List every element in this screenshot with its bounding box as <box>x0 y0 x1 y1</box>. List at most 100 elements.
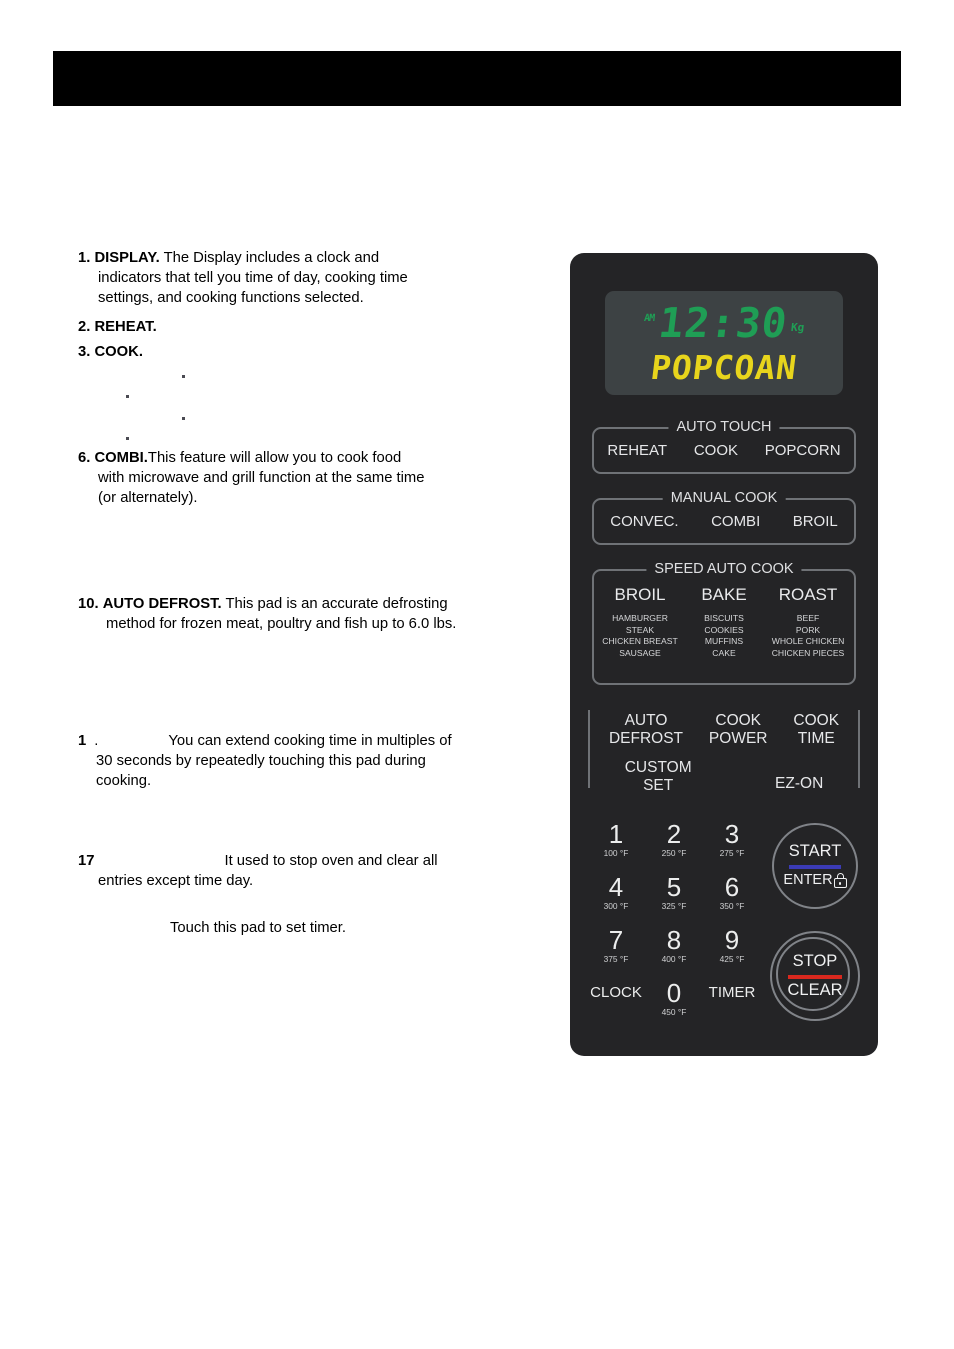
mode-message: POPCOAN <box>648 348 800 387</box>
button-line-1: AUTO <box>624 712 668 729</box>
instruction-term: COMBI. <box>94 450 148 466</box>
key-digit: 3 <box>724 819 740 849</box>
speed-head-roast: ROAST <box>778 585 838 604</box>
instruction-number: 1. <box>78 250 91 266</box>
speed-item: BISCUITS <box>704 613 744 623</box>
speed-column-bake[interactable]: BAKE BISCUITS COOKIES MUFFINS CAKE <box>682 585 766 659</box>
key-9[interactable]: 9 425 °F <box>704 927 760 965</box>
button-combi[interactable]: COMBI <box>711 513 760 530</box>
key-1[interactable]: 1 100 °F <box>588 821 644 859</box>
lcd-display: AM12:30Kg POPCOAN <box>605 291 843 395</box>
button-line-1: COOK <box>793 712 840 729</box>
speed-item: BEEF <box>796 613 820 623</box>
instruction-line: settings, and cooking functions selected… <box>98 290 364 307</box>
speed-item: STEAK <box>625 624 655 635</box>
button-cook-power[interactable]: COOK POWER <box>709 712 768 747</box>
instruction-item-display: 1. DISPLAY. The Display includes a clock… <box>78 248 448 309</box>
key-timer[interactable]: TIMER <box>704 980 760 1018</box>
instruction-item-extend-time: 1. You can extend cooking time in multipl… <box>78 731 498 792</box>
keypad-row: 4 300 °F 5 325 °F 6 350 °F <box>588 874 760 912</box>
key-3[interactable]: 3 275 °F <box>704 821 760 859</box>
speed-item: WHOLE CHICKEN <box>771 636 845 647</box>
instruction-line: You can extend cooking time in multiples… <box>168 733 452 749</box>
speed-item: HAMBURGER <box>612 613 668 623</box>
key-label: TIMER <box>708 984 756 1001</box>
key-temperature: 450 °F <box>661 1007 687 1017</box>
kg-indicator: Kg <box>789 321 805 334</box>
speed-column-roast[interactable]: ROAST BEEF PORK WHOLE CHICKEN CHICKEN PI… <box>766 585 850 659</box>
divider-right <box>858 710 860 788</box>
button-popcorn[interactable]: POPCORN <box>765 442 841 459</box>
key-temperature: 300 °F <box>603 901 629 911</box>
key-8[interactable]: 8 400 °F <box>646 927 702 965</box>
button-cook[interactable]: COOK <box>694 442 738 459</box>
button-cook-time[interactable]: COOK TIME <box>793 712 839 747</box>
group-title-speed-auto-cook: SPEED AUTO COOK <box>646 561 802 577</box>
lcd-message-row: POPCOAN <box>605 348 843 387</box>
key-label: CLOCK <box>590 984 642 1001</box>
instruction-line: (or alternately). <box>98 490 198 507</box>
key-temperature: 375 °F <box>603 954 629 964</box>
button-broil[interactable]: BROIL <box>793 513 838 530</box>
key-7[interactable]: 7 375 °F <box>588 927 644 965</box>
key-clock[interactable]: CLOCK <box>588 980 644 1018</box>
button-convection[interactable]: CONVEC. <box>610 513 678 530</box>
speed-head-broil: BROIL <box>614 585 666 604</box>
start-enter-button[interactable]: START ENTER <box>772 823 858 909</box>
keypad-row: CLOCK 0 450 °F TIMER <box>588 980 760 1018</box>
lcd-clock-row: AM12:30Kg <box>605 299 843 347</box>
instruction-term: COOK. <box>94 344 143 360</box>
button-reheat[interactable]: REHEAT <box>607 442 667 459</box>
key-digit: 7 <box>608 925 624 955</box>
stop-clear-button[interactable]: STOP CLEAR <box>770 931 860 1021</box>
speed-item: CAKE <box>712 647 736 658</box>
instruction-item-combi: 6. COMBI.This feature will allow you to … <box>78 448 478 509</box>
group-title-manual-cook: MANUAL COOK <box>662 490 786 506</box>
key-temperature: 425 °F <box>719 954 745 964</box>
instruction-item-cook: 3. COOK. <box>78 342 143 362</box>
page-header-banner <box>53 51 901 106</box>
button-custom-set[interactable]: CUSTOM SET <box>625 759 692 794</box>
instruction-line: The Display includes a clock and <box>163 250 380 266</box>
function-pad-zone: AUTO DEFROST COOK POWER COOK TIME CUSTOM… <box>588 704 860 794</box>
key-digit: 9 <box>724 925 740 955</box>
key-6[interactable]: 6 350 °F <box>704 874 760 912</box>
enter-label: ENTER <box>783 872 833 888</box>
key-5[interactable]: 5 325 °F <box>646 874 702 912</box>
instruction-number: 1 <box>78 733 87 749</box>
button-line-2: SET <box>643 776 674 794</box>
instruction-item-stop-clear: 17 It used to stop oven and clear all ent… <box>78 851 508 891</box>
instruction-term: DISPLAY. <box>94 250 160 266</box>
stray-period-mark <box>182 417 185 420</box>
start-label: START <box>788 842 842 860</box>
instruction-line: with microwave and grill function at the… <box>98 470 425 487</box>
key-4[interactable]: 4 300 °F <box>588 874 644 912</box>
button-line-1: CUSTOM <box>624 759 692 776</box>
am-indicator: AM <box>643 313 655 324</box>
instruction-line: cooking. <box>96 773 152 790</box>
button-line-1: COOK <box>715 712 762 729</box>
button-auto-defrost[interactable]: AUTO DEFROST <box>609 712 683 747</box>
stop-accent-bar <box>788 975 842 979</box>
group-manual-cook: MANUAL COOK CONVEC. COMBI BROIL <box>592 490 856 545</box>
key-2[interactable]: 2 250 °F <box>646 821 702 859</box>
key-temperature: 100 °F <box>603 848 629 858</box>
group-auto-touch: AUTO TOUCH REHEAT COOK POPCORN <box>592 419 856 474</box>
divider-left <box>588 710 590 788</box>
key-0[interactable]: 0 450 °F <box>646 980 702 1018</box>
clock-readout: 12:30 <box>656 299 791 347</box>
speed-item: CHICKEN BREAST <box>602 636 678 647</box>
instruction-line: It used to stop oven and clear all <box>224 853 438 869</box>
button-line-1: EZ-ON <box>775 774 824 792</box>
speed-item: SAUSAGE <box>619 647 661 658</box>
keypad-row: 1 100 °F 2 250 °F 3 275 °F <box>588 821 760 859</box>
speed-column-broil[interactable]: BROIL HAMBURGER STEAK CHICKEN BREAST SAU… <box>598 585 682 659</box>
button-ez-on[interactable]: EZ-ON <box>775 775 823 795</box>
button-line-2: POWER <box>708 729 768 747</box>
clear-label: CLEAR <box>787 981 843 999</box>
key-digit: 2 <box>666 819 682 849</box>
key-temperature: 275 °F <box>719 848 745 858</box>
key-digit: 5 <box>666 872 682 902</box>
key-digit: 4 <box>608 872 624 902</box>
instruction-term: AUTO DEFROST. <box>102 596 222 612</box>
